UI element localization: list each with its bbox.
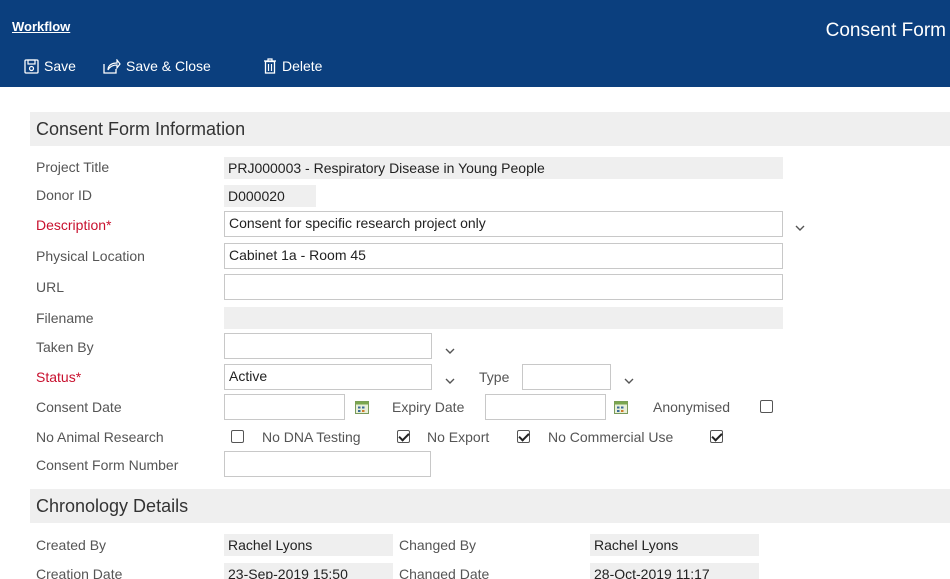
filename-label: Filename — [36, 310, 94, 326]
url-input[interactable] — [224, 274, 783, 300]
chronology-details-header: Chronology Details — [30, 489, 950, 523]
chevron-down-icon[interactable] — [444, 346, 456, 356]
calendar-icon[interactable] — [355, 400, 369, 414]
consent-form-number-input[interactable] — [224, 451, 431, 477]
save-close-icon — [103, 58, 121, 74]
header-bar: Workflow Consent Form Save Save & Close … — [0, 0, 950, 87]
save-icon — [24, 58, 39, 74]
type-select[interactable] — [522, 364, 611, 390]
chevron-down-icon[interactable] — [794, 223, 806, 233]
no-export-checkbox[interactable] — [517, 430, 530, 443]
status-select[interactable]: Active — [224, 364, 432, 390]
creation-date-label: Creation Date — [36, 566, 123, 579]
save-close-button[interactable]: Save & Close — [103, 58, 211, 74]
no-dna-testing-checkbox[interactable] — [397, 430, 410, 443]
anonymised-checkbox[interactable] — [760, 400, 773, 413]
type-label: Type — [479, 369, 510, 385]
no-commercial-use-checkbox[interactable] — [710, 430, 723, 443]
consent-date-input[interactable] — [224, 394, 345, 420]
consent-form-number-label: Consent Form Number — [36, 457, 179, 473]
chevron-down-icon[interactable] — [623, 376, 635, 386]
changed-by-value: Rachel Lyons — [590, 534, 759, 556]
calendar-icon[interactable] — [614, 400, 628, 414]
expiry-date-label: Expiry Date — [392, 399, 465, 415]
no-animal-research-label: No Animal Research — [36, 429, 164, 445]
created-by-label: Created By — [36, 537, 107, 553]
consent-date-label: Consent Date — [36, 399, 122, 415]
save-close-button-label: Save & Close — [126, 58, 211, 74]
no-animal-research-checkbox[interactable] — [231, 430, 244, 443]
donor-id-label: Donor ID — [36, 187, 93, 203]
no-commercial-use-label: No Commercial Use — [548, 429, 674, 445]
delete-button-label: Delete — [282, 58, 323, 74]
taken-by-label: Taken By — [36, 339, 94, 355]
status-label: Status* — [36, 369, 82, 385]
anonymised-label: Anonymised — [653, 399, 731, 415]
expiry-date-input[interactable] — [485, 394, 606, 420]
delete-button[interactable]: Delete — [263, 58, 322, 74]
description-select[interactable]: Consent for specific research project on… — [224, 211, 783, 237]
changed-date-label: Changed Date — [399, 566, 490, 579]
page-title: Consent Form — [825, 20, 946, 41]
creation-date-value: 23-Sep-2019 15:50 — [224, 563, 393, 579]
description-label: Description* — [36, 217, 112, 233]
delete-icon — [264, 58, 276, 74]
project-title-label: Project Title — [36, 159, 110, 175]
save-button-label: Save — [44, 58, 76, 74]
donor-id-value: D000020 — [224, 185, 316, 207]
filename-value — [224, 307, 783, 329]
save-button[interactable]: Save — [24, 58, 76, 74]
chevron-down-icon[interactable] — [444, 376, 456, 386]
changed-date-value: 28-Oct-2019 11:17 — [590, 563, 759, 579]
no-dna-testing-label: No DNA Testing — [262, 429, 361, 445]
url-label: URL — [36, 279, 65, 295]
no-export-label: No Export — [427, 429, 490, 445]
created-by-value: Rachel Lyons — [224, 534, 393, 556]
physical-location-label: Physical Location — [36, 248, 145, 264]
physical-location-input[interactable]: Cabinet 1a - Room 45 — [224, 243, 783, 269]
changed-by-label: Changed By — [399, 537, 477, 553]
consent-form-information-header: Consent Form Information — [30, 112, 950, 146]
project-title-value: PRJ000003 - Respiratory Disease in Young… — [224, 157, 783, 179]
workflow-link[interactable]: Workflow — [12, 19, 70, 34]
taken-by-select[interactable] — [224, 333, 432, 359]
